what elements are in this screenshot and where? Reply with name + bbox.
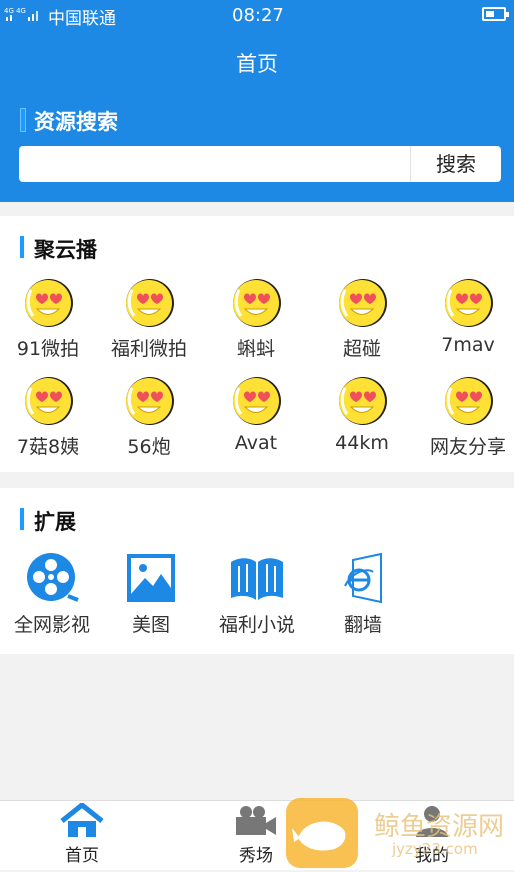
heart-eyes-emoji-icon bbox=[339, 377, 387, 425]
juyunbo-section: 聚云播 91微拍 福利微拍 蝌蚪 超碰 7mav 7菇8姨 56炮 Avat 44km 网友分享 bbox=[0, 216, 514, 472]
extend-item-label: 全网影视 bbox=[13, 614, 90, 636]
heart-eyes-emoji-icon bbox=[445, 377, 493, 425]
juyunbo-item-label: 7菇8姨 bbox=[16, 436, 80, 458]
juyunbo-item-label: 7mav bbox=[441, 334, 495, 356]
heart-eyes-emoji-icon bbox=[25, 279, 73, 327]
watermark: 鲸鱼资源网 jyzy23.com bbox=[286, 798, 514, 868]
juyunbo-item-label: 44km bbox=[335, 432, 389, 454]
heart-eyes-emoji-icon bbox=[339, 279, 387, 327]
extend-item-label: 美图 bbox=[131, 614, 170, 636]
home-icon bbox=[60, 803, 104, 837]
ie-browser-icon bbox=[344, 552, 382, 604]
juyunbo-item-label: 56炮 bbox=[127, 436, 171, 458]
heart-eyes-emoji-icon bbox=[233, 279, 281, 327]
header: 首页 资源搜索 搜索 bbox=[0, 30, 514, 202]
juyunbo-item[interactable]: 蝌蚪 bbox=[204, 276, 308, 361]
search-button[interactable]: 搜索 bbox=[410, 146, 501, 182]
svg-text:4G 4G: 4G 4G bbox=[4, 7, 26, 15]
page-title: 首页 bbox=[236, 52, 278, 76]
juyunbo-item-label: 超碰 bbox=[342, 338, 381, 360]
watermark-url: jyzy23.com bbox=[392, 840, 478, 858]
heart-eyes-emoji-icon bbox=[445, 279, 493, 327]
juyunbo-item[interactable]: 44km bbox=[310, 374, 414, 454]
tab-label: 首页 bbox=[65, 846, 99, 866]
picture-icon bbox=[127, 554, 175, 602]
video-camera-icon bbox=[236, 806, 276, 835]
extend-item-label: 翻墙 bbox=[343, 614, 382, 636]
open-book-icon bbox=[231, 558, 283, 600]
juyunbo-item[interactable]: 网友分享 bbox=[416, 374, 514, 459]
extend-item-label: 福利小说 bbox=[218, 614, 295, 636]
juyunbo-item[interactable]: 7菇8姨 bbox=[0, 374, 100, 459]
heart-eyes-emoji-icon bbox=[126, 279, 174, 327]
battery-icon bbox=[482, 7, 509, 21]
extend-item-vpn[interactable]: 翻墙 bbox=[311, 550, 415, 637]
extend-title: 扩展 bbox=[20, 506, 76, 536]
extend-item-picture[interactable]: 美图 bbox=[99, 550, 203, 637]
clock: 08:27 bbox=[232, 5, 284, 26]
extend-item-film[interactable]: 全网影视 bbox=[0, 550, 104, 637]
juyunbo-item-label: 网友分享 bbox=[429, 436, 506, 458]
juyunbo-item-label: 福利微拍 bbox=[110, 338, 187, 360]
search-section-title: 资源搜索 bbox=[20, 106, 118, 136]
carrier-label: 中国联通 bbox=[48, 9, 116, 29]
juyunbo-item[interactable]: 56炮 bbox=[97, 374, 201, 459]
juyunbo-item-label: Avat bbox=[234, 432, 278, 454]
search-input[interactable] bbox=[27, 150, 421, 178]
juyunbo-item[interactable]: 超碰 bbox=[310, 276, 414, 361]
juyunbo-item[interactable]: 7mav bbox=[416, 276, 514, 356]
search-bar: 搜索 bbox=[19, 146, 501, 182]
tab-home[interactable]: 首页 bbox=[12, 801, 152, 866]
extend-section: 扩展 全网影视 美图 福利小说 翻墙 bbox=[0, 488, 514, 654]
heart-eyes-emoji-icon bbox=[25, 377, 73, 425]
juyunbo-title: 聚云播 bbox=[20, 234, 97, 264]
juyunbo-item[interactable]: 91微拍 bbox=[0, 276, 100, 361]
heart-eyes-emoji-icon bbox=[233, 377, 281, 425]
juyunbo-item[interactable]: 福利微拍 bbox=[97, 276, 201, 361]
whale-logo-icon bbox=[286, 798, 358, 868]
status-bar: 4G 4G 中国联通 08:27 bbox=[0, 0, 514, 30]
film-reel-icon bbox=[27, 553, 79, 602]
juyunbo-item[interactable]: Avat bbox=[204, 374, 308, 454]
heart-eyes-emoji-icon bbox=[126, 377, 174, 425]
signal-icon: 4G 4G bbox=[4, 7, 38, 21]
juyunbo-item-label: 91微拍 bbox=[16, 338, 80, 360]
watermark-title: 鲸鱼资源网 bbox=[374, 812, 505, 842]
juyunbo-item-label: 蝌蚪 bbox=[236, 338, 275, 360]
extend-item-novel[interactable]: 福利小说 bbox=[205, 550, 309, 637]
